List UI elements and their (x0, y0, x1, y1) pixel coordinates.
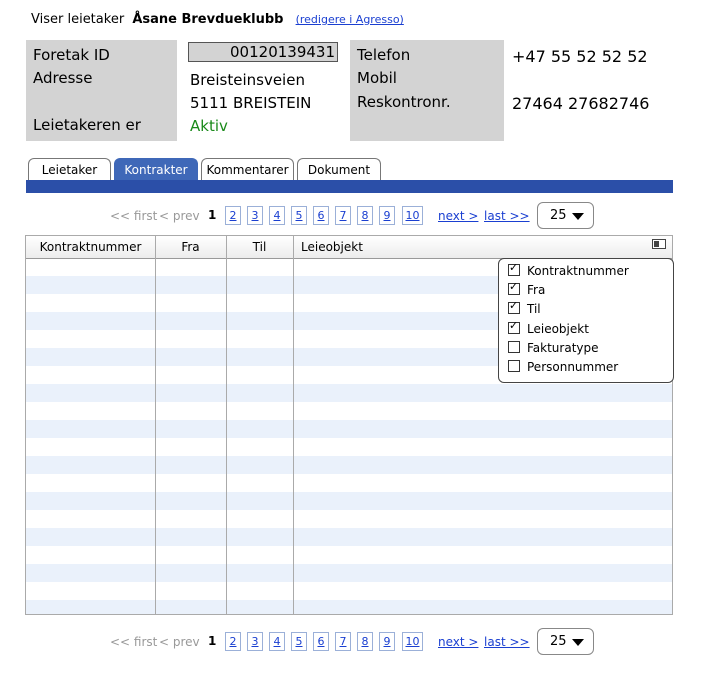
checkbox-checked-icon[interactable] (508, 280, 520, 295)
pager-page-6[interactable]: 6 (313, 206, 329, 225)
adresse-line-1: Breisteinsveien (190, 71, 305, 89)
pager-bottom-page-8[interactable]: 8 (357, 632, 373, 651)
checkbox-unchecked-icon[interactable] (508, 341, 520, 353)
table-row[interactable] (26, 564, 672, 582)
pager-bottom-next[interactable]: next > (438, 635, 478, 649)
table-header: Kontraktnummer Fra Til Leieobjekt (26, 236, 672, 259)
status-label: Leietakeren er (33, 116, 141, 134)
column-divider (226, 236, 227, 614)
telefon-label: Telefon (357, 46, 411, 64)
adresse-label: Adresse (33, 69, 93, 87)
column-option-fakturatype[interactable]: Fakturatype (508, 339, 599, 357)
table-row[interactable] (26, 402, 672, 420)
pager-bottom-page-6[interactable]: 6 (313, 632, 329, 651)
pager-page-7[interactable]: 7 (335, 206, 351, 225)
pager-current-page: 1 (208, 208, 217, 222)
pager-last[interactable]: last >> (484, 209, 530, 223)
column-option-label: Til (527, 302, 541, 316)
page-size-value: 25 (550, 634, 567, 649)
header-prefix: Viser leietaker (31, 12, 125, 27)
page-size-value: 25 (550, 208, 567, 223)
tab-dokument[interactable]: Dokument (297, 158, 381, 180)
adresse-line-2: 5111 BREISTEIN (190, 94, 312, 112)
pager-page-10[interactable]: 10 (402, 206, 423, 225)
table-row[interactable] (26, 384, 672, 402)
pager-page-2[interactable]: 2 (225, 206, 241, 225)
pager-first: << first (110, 209, 158, 223)
page-size-select[interactable]: 25 (537, 202, 594, 229)
pager-page-4[interactable]: 4 (269, 206, 285, 225)
column-option-label: Leieobjekt (527, 322, 589, 336)
foretak-id-label: Foretak ID (33, 46, 110, 64)
column-divider (155, 236, 156, 614)
pager-next[interactable]: next > (438, 209, 478, 223)
status-value: Aktiv (190, 117, 228, 135)
checkbox-checked-icon[interactable] (508, 319, 520, 334)
column-header-fra[interactable]: Fra (155, 236, 226, 258)
pager-page-3[interactable]: 3 (247, 206, 263, 225)
column-option-til[interactable]: Til (508, 299, 541, 318)
table-row[interactable] (26, 600, 672, 614)
dropdown-arrow-icon (572, 639, 584, 646)
reskontro-value: 27464 27682746 (512, 94, 650, 113)
pager-prev: < prev (159, 209, 200, 223)
checkbox-checked-icon[interactable] (508, 299, 520, 314)
column-option-personnummer[interactable]: Personnummer (508, 358, 618, 376)
table-row[interactable] (26, 474, 672, 492)
table-row[interactable] (26, 492, 672, 510)
checkbox-unchecked-icon[interactable] (508, 360, 520, 372)
pager-bottom-prev: < prev (159, 635, 200, 649)
reskontro-label: Reskontronr. (357, 93, 451, 111)
pager-bottom-page-10[interactable]: 10 (402, 632, 423, 651)
foretak-id-field[interactable]: 00120139431 (188, 42, 338, 62)
pager-bottom-first: << first (110, 635, 158, 649)
checkbox-checked-icon[interactable] (508, 261, 520, 276)
tab-bar (26, 180, 673, 193)
table-row[interactable] (26, 528, 672, 546)
column-option-label: Fakturatype (527, 341, 599, 355)
dropdown-arrow-icon (572, 213, 584, 220)
column-chooser-popup: Kontraktnummer Fra Til Leieobjekt Faktur… (498, 258, 674, 383)
table-row[interactable] (26, 510, 672, 528)
column-option-fra[interactable]: Fra (508, 280, 546, 299)
column-header-leieobjekt[interactable]: Leieobjekt (301, 236, 363, 258)
tenant-header: Viser leietaker Åsane Brevdueklubb (redi… (31, 12, 404, 27)
table-row[interactable] (26, 456, 672, 474)
table-row[interactable] (26, 546, 672, 564)
column-option-label: Kontraktnummer (527, 264, 629, 278)
pager-bottom-page-2[interactable]: 2 (225, 632, 241, 651)
pager-page-9[interactable]: 9 (379, 206, 395, 225)
column-divider (293, 236, 294, 614)
pager-bottom-page-7[interactable]: 7 (335, 632, 351, 651)
pager-bottom-page-4[interactable]: 4 (269, 632, 285, 651)
column-option-kontraktnummer[interactable]: Kontraktnummer (508, 261, 629, 280)
pager-bottom-page-5[interactable]: 5 (291, 632, 307, 651)
edit-in-agresso-link[interactable]: (redigere i Agresso) (296, 13, 404, 26)
column-option-label: Fra (527, 283, 546, 297)
tab-leietaker[interactable]: Leietaker (28, 158, 111, 180)
tab-kontrakter[interactable]: Kontrakter (114, 158, 198, 180)
pager-bottom-page-9[interactable]: 9 (379, 632, 395, 651)
page-size-select-bottom[interactable]: 25 (537, 628, 594, 655)
telefon-value: +47 55 52 52 52 (512, 47, 648, 66)
column-header-kontraktnummer[interactable]: Kontraktnummer (26, 236, 155, 258)
pager-page-8[interactable]: 8 (357, 206, 373, 225)
pager-bottom-current-page: 1 (208, 634, 217, 648)
column-option-leieobjekt[interactable]: Leieobjekt (508, 319, 589, 338)
tenant-name: Åsane Brevdueklubb (132, 12, 284, 27)
tab-kommentarer[interactable]: Kommentarer (201, 158, 294, 180)
pager-bottom-page-3[interactable]: 3 (247, 632, 263, 651)
pager-bottom-last[interactable]: last >> (484, 635, 530, 649)
mobil-label: Mobil (357, 69, 397, 87)
table-row[interactable] (26, 420, 672, 438)
table-row[interactable] (26, 438, 672, 456)
table-row[interactable] (26, 582, 672, 600)
column-header-til[interactable]: Til (226, 236, 293, 258)
pager-page-5[interactable]: 5 (291, 206, 307, 225)
column-chooser-icon[interactable] (652, 239, 666, 249)
column-option-label: Personnummer (527, 360, 619, 374)
